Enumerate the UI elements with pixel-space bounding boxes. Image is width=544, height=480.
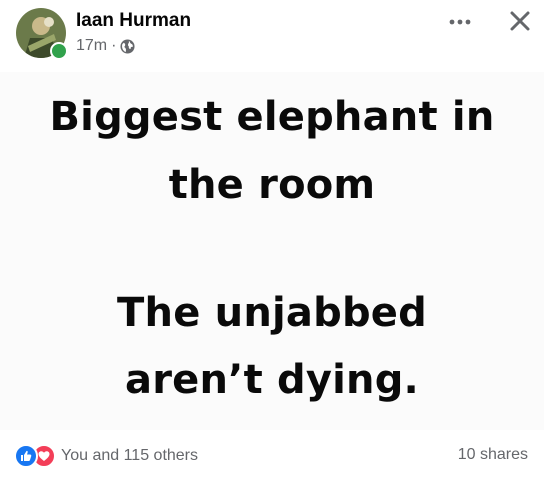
facebook-post: Iaan Hurman 17m · Biggest elephant in th… — [0, 0, 544, 480]
post-footer: You and 115 others 10 shares — [0, 432, 544, 480]
image-text-line-4: aren’t dying. — [125, 357, 419, 403]
post-time[interactable]: 17m — [76, 37, 107, 55]
image-text-line-3: The unjabbed — [117, 290, 427, 336]
image-text-line-1: Biggest elephant in — [49, 94, 495, 140]
post-header: Iaan Hurman 17m · — [0, 0, 544, 70]
image-text-line-2: the room — [168, 162, 376, 208]
author-name[interactable]: Iaan Hurman — [76, 10, 191, 32]
like-icon — [14, 444, 38, 468]
reactions-count[interactable]: You and 115 others — [61, 447, 198, 465]
post-image[interactable]: Biggest elephant in the room The unjabbe… — [0, 72, 544, 430]
shares-count[interactable]: 10 shares — [458, 446, 528, 464]
close-icon[interactable] — [505, 6, 535, 36]
reactions-summary[interactable]: You and 115 others — [14, 444, 198, 468]
post-meta: 17m · — [76, 37, 135, 55]
more-horizontal-icon[interactable] — [445, 12, 475, 32]
meta-separator: · — [111, 37, 117, 54]
online-status-dot — [50, 42, 68, 60]
globe-icon[interactable] — [120, 38, 135, 54]
